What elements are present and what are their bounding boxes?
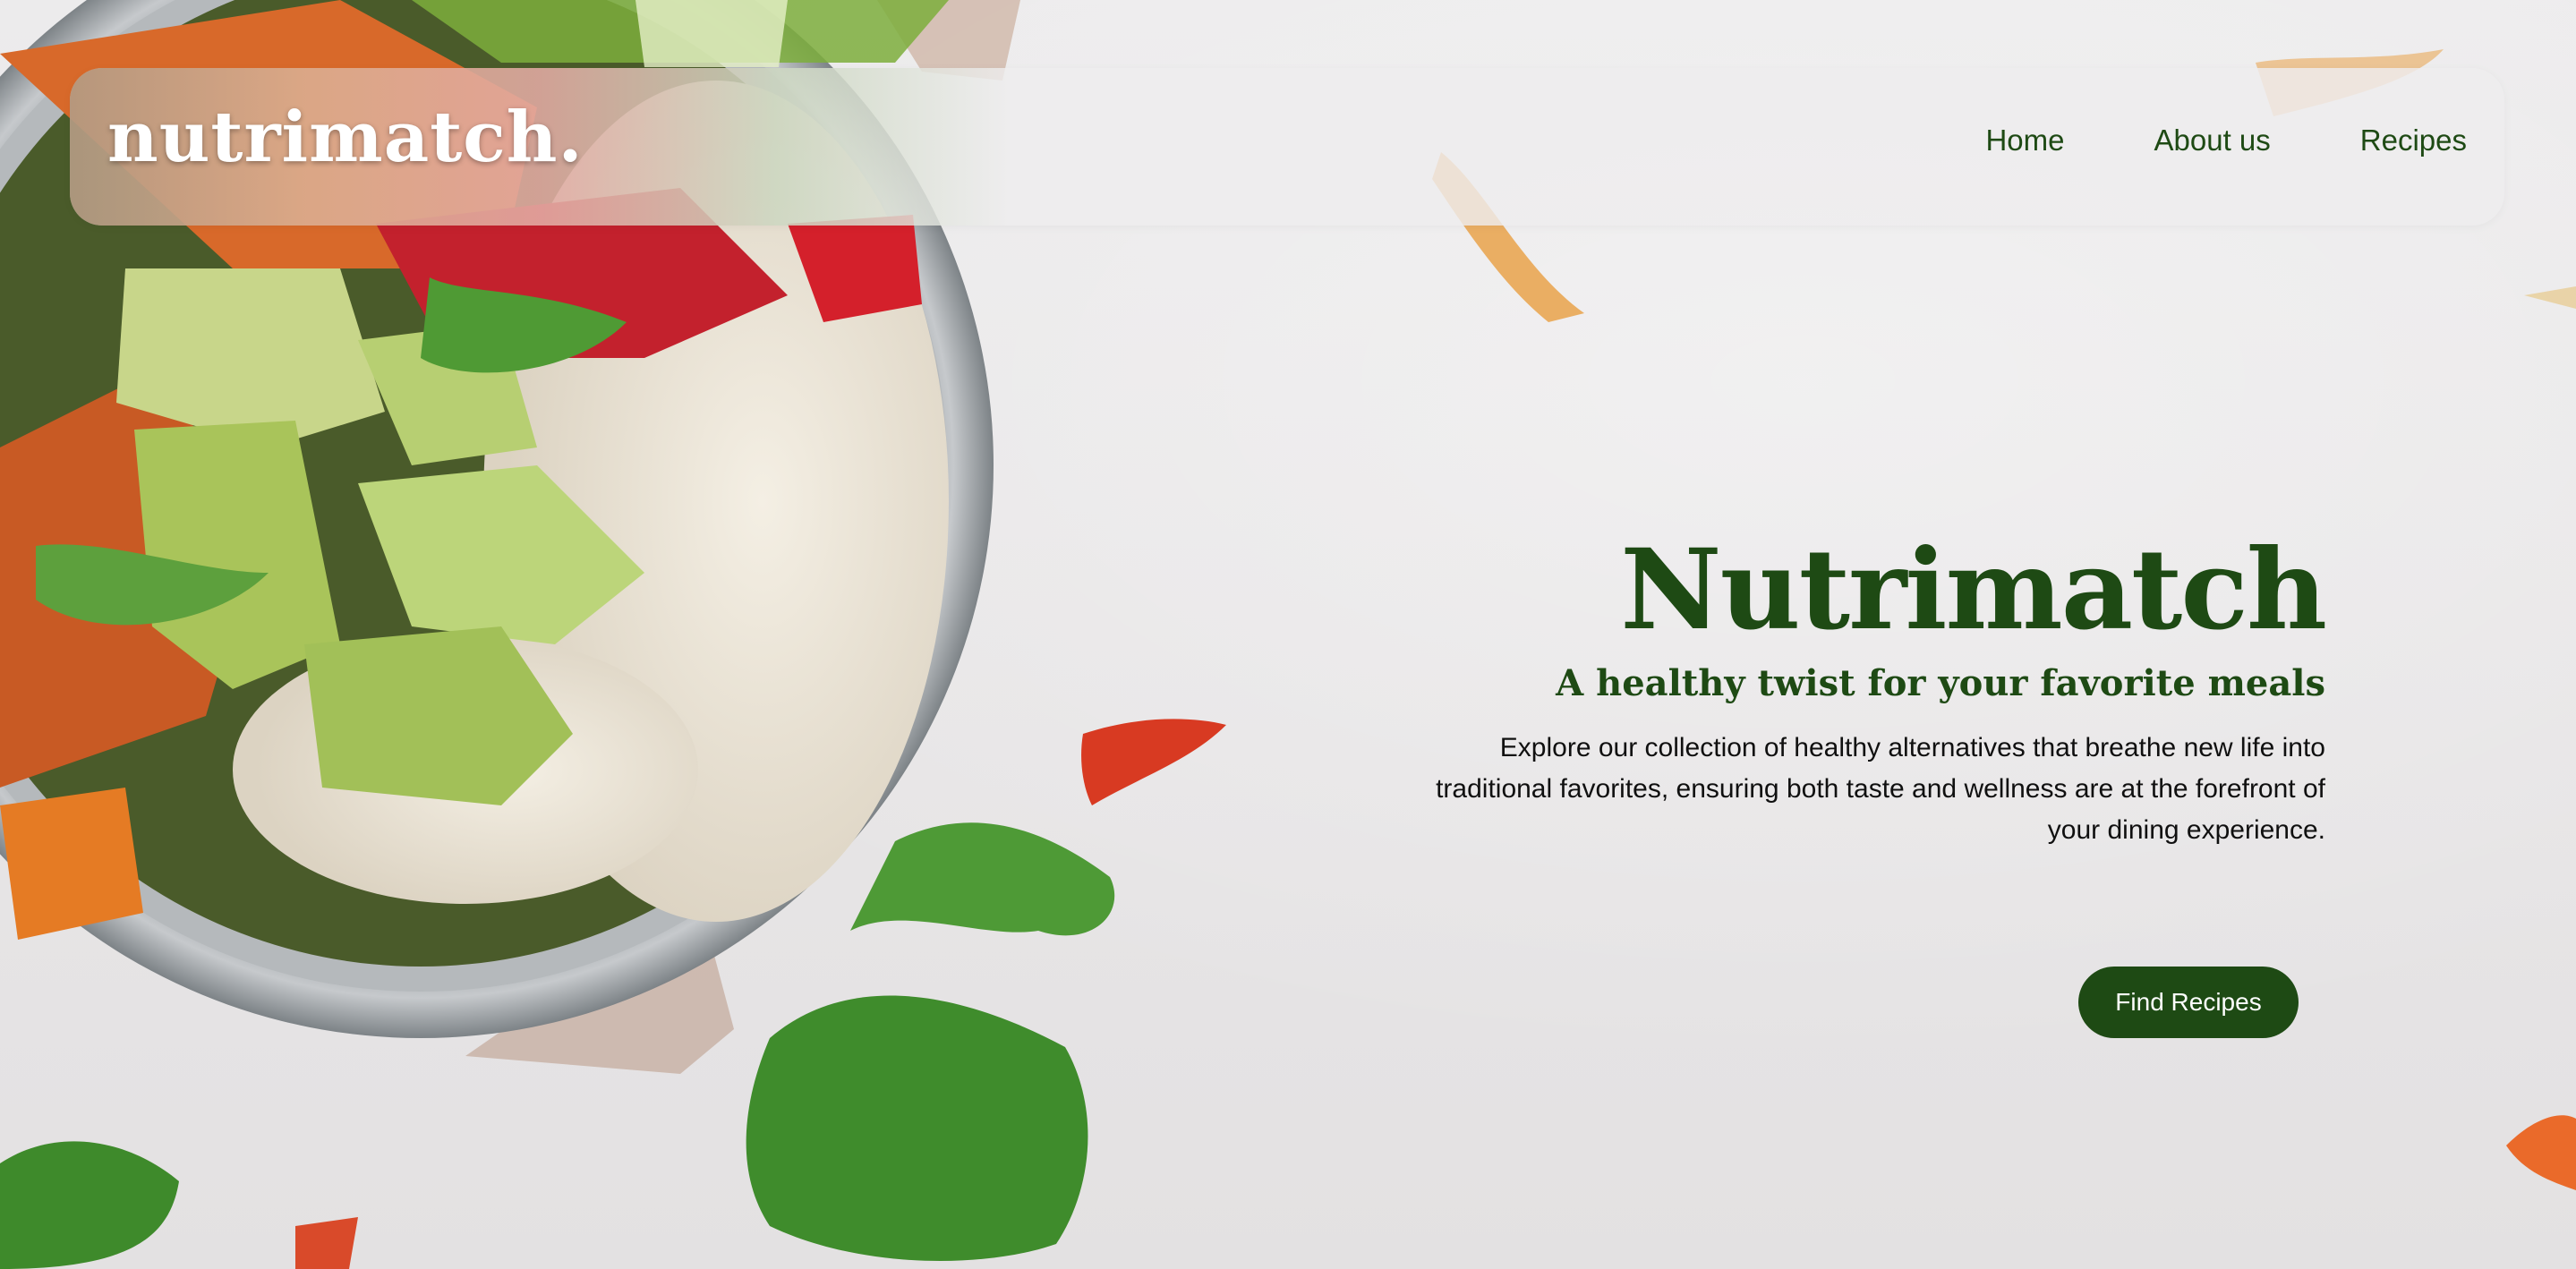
hero-description: Explore our collection of healthy altern… [1436,733,2325,845]
brand-logo[interactable]: nutrimatch. [107,97,584,178]
find-recipes-button[interactable]: Find Recipes [2078,967,2299,1038]
hero-title: Nutrimatch [1620,525,2327,655]
hero-content: Nutrimatch A healthy twist for your favo… [1395,525,2327,851]
nav-link-about-us[interactable]: About us [2154,123,2271,158]
nav-links: Home About us Recipes [1985,123,2467,158]
nav-link-home[interactable]: Home [1985,123,2064,158]
nav-link-recipes[interactable]: Recipes [2360,123,2467,158]
cta-container: Find Recipes [2078,967,2299,1038]
hero-subtitle: A healthy twist for your favorite meals [1556,662,2325,704]
